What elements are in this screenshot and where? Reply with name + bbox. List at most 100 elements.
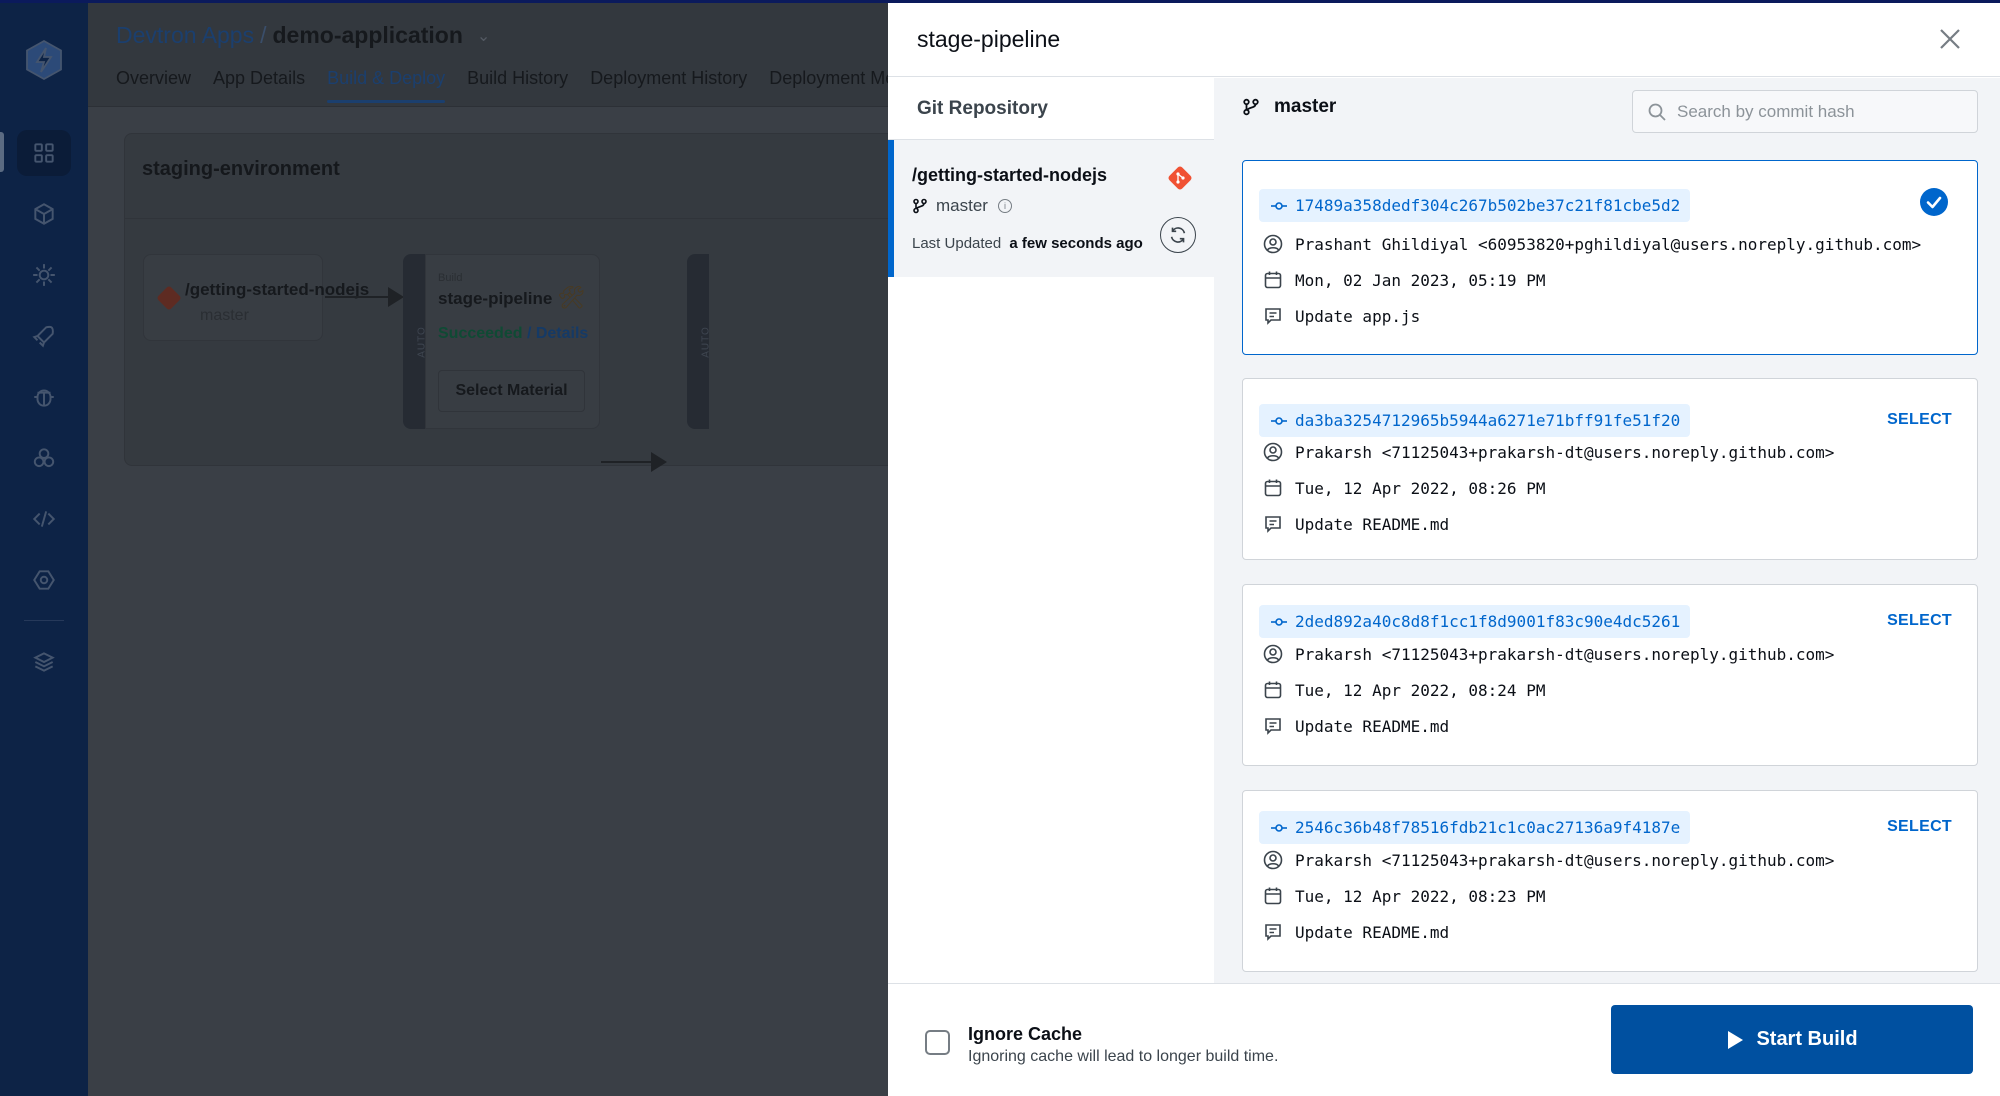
rocket-icon xyxy=(32,325,54,348)
sidebar-item-bulk-edit[interactable] xyxy=(0,427,88,488)
sidebar xyxy=(0,0,88,1096)
select-commit-button[interactable]: SELECT xyxy=(1887,405,1952,435)
repo-last-updated: Last Updated a few seconds ago xyxy=(912,235,1143,252)
sidebar-item-global-configurations[interactable] xyxy=(0,549,88,610)
user-icon xyxy=(1263,644,1283,664)
code-icon xyxy=(32,510,56,527)
sidebar-divider xyxy=(24,620,64,621)
calendar-icon xyxy=(1264,479,1282,497)
commit-panel-header: master xyxy=(1214,78,2000,140)
calendar-icon xyxy=(1264,681,1282,699)
build-status-sep: / xyxy=(526,325,532,342)
sidebar-item-stack-manager[interactable] xyxy=(0,631,88,692)
commit-card[interactable]: 2546c36b48f78516fdb21c1c0ac27136a9f4187e… xyxy=(1242,790,1978,972)
commit-panel: master 17489a358dedf304c267b502be37c21f8… xyxy=(1214,78,2000,983)
settings-icon xyxy=(33,569,55,590)
play-icon xyxy=(1728,1030,1744,1049)
calendar-icon xyxy=(1264,271,1282,289)
git-node-branch: master xyxy=(200,307,249,324)
commit-hash-text: da3ba3254712965b5944a6271e71bff91fe51f20 xyxy=(1295,411,1681,430)
stack-icon xyxy=(33,651,55,672)
git-material-node[interactable]: /getting-started-nodejs master xyxy=(143,254,369,341)
last-updated-label: Last Updated xyxy=(912,235,1002,252)
sidebar-item-resource-browser[interactable] xyxy=(0,183,88,244)
build-pipeline-node[interactable]: Build stage-pipeline 🛠 Succeeded / Detai… xyxy=(425,254,600,429)
drawer-title: stage-pipeline xyxy=(917,26,1061,52)
build-node-type: Build xyxy=(438,272,463,284)
commit-author: Prakarsh <71125043+prakarsh-dt@users.nor… xyxy=(1263,644,1834,664)
select-commit-button[interactable]: SELECT xyxy=(1887,812,1952,842)
commit-icon xyxy=(1271,416,1287,425)
trigger-type-strip: AUTO xyxy=(403,254,427,429)
repo-list-item[interactable]: /getting-started-nodejs master i Last Up… xyxy=(888,140,1214,277)
sidebar-item-charts[interactable] xyxy=(0,244,88,305)
commit-card[interactable]: da3ba3254712965b5944a6271e71bff91fe51f20… xyxy=(1242,378,1978,560)
message-icon xyxy=(1265,516,1281,533)
tab-build-history[interactable]: Build History xyxy=(467,68,568,103)
ignore-cache-option: Ignore Cache Ignoring cache will lead to… xyxy=(925,1024,1278,1066)
tab-build-deploy[interactable]: Build & Deploy xyxy=(327,68,446,103)
select-material-button[interactable]: Select Material xyxy=(438,370,585,412)
message-icon xyxy=(1265,308,1281,325)
chevron-down-icon[interactable]: ⌄ xyxy=(477,26,490,46)
commit-hash: 17489a358dedf304c267b502be37c21f81cbe5d2 xyxy=(1259,189,1691,222)
commit-search-input[interactable] xyxy=(1677,101,1967,122)
selected-branch-name: master xyxy=(1274,96,1337,117)
last-updated-value: a few seconds ago xyxy=(1009,235,1143,252)
commit-card[interactable]: 2ded892a40c8d8f1cc1f8d9001f83c90e4dc5261… xyxy=(1242,584,1978,766)
build-node-name: stage-pipeline xyxy=(438,289,553,308)
repo-branch-name: master xyxy=(936,196,988,215)
sidebar-item-security[interactable] xyxy=(0,366,88,427)
commit-hash: 2ded892a40c8d8f1cc1f8d9001f83c90e4dc5261 xyxy=(1259,605,1691,638)
selected-check-icon xyxy=(1920,188,1948,216)
build-details-link[interactable]: Details xyxy=(536,325,588,342)
tab-app-details[interactable]: App Details xyxy=(213,68,305,103)
gear-sun-icon xyxy=(33,263,55,286)
commit-date: Tue, 12 Apr 2022, 08:26 PM xyxy=(1263,478,1545,498)
drawer-footer: Ignore Cache Ignoring cache will lead to… xyxy=(888,983,2000,1096)
sidebar-item-deployment-groups[interactable] xyxy=(0,305,88,366)
calendar-icon xyxy=(1264,887,1282,905)
sidebar-item-code[interactable] xyxy=(0,488,88,549)
build-tools-icon: 🛠 xyxy=(557,285,585,310)
selected-branch: master xyxy=(1242,96,1336,118)
drawer-header: stage-pipeline xyxy=(888,3,2000,77)
start-build-button[interactable]: Start Build xyxy=(1611,1005,1973,1074)
refresh-button[interactable] xyxy=(1160,217,1196,253)
commit-hash-text: 2ded892a40c8d8f1cc1f8d9001f83c90e4dc5261 xyxy=(1295,612,1681,631)
commit-date: Mon, 02 Jan 2023, 05:19 PM xyxy=(1263,270,1545,290)
commit-author: Prakarsh <71125043+prakarsh-dt@users.nor… xyxy=(1263,850,1834,870)
ignore-cache-checkbox[interactable] xyxy=(925,1030,950,1055)
breadcrumb-separator: / xyxy=(260,22,267,48)
apps-grid-icon xyxy=(34,142,54,163)
refresh-icon xyxy=(1170,227,1186,243)
tab-deployment-history[interactable]: Deployment History xyxy=(590,68,747,103)
ignore-cache-label: Ignore Cache xyxy=(968,1024,1083,1044)
sidebar-item-applications[interactable] xyxy=(0,122,88,183)
close-button[interactable] xyxy=(1936,25,1964,53)
commit-message: Update README.md xyxy=(1263,716,1449,736)
ignore-cache-hint: Ignoring cache will lead to longer build… xyxy=(968,1048,1279,1065)
message-icon xyxy=(1265,718,1281,735)
repo-name: /getting-started-nodejs xyxy=(912,165,1108,185)
commit-icon xyxy=(1271,617,1287,626)
commit-hash-text: 17489a358dedf304c267b502be37c21f81cbe5d2 xyxy=(1295,196,1681,215)
search-icon xyxy=(1648,103,1666,121)
repo-branch: master i xyxy=(912,196,1012,216)
edge-arrow xyxy=(325,287,404,307)
git-repository-panel: Git Repository /getting-started-nodejs m… xyxy=(888,78,1214,983)
user-icon xyxy=(1263,850,1283,870)
build-status-text: Succeeded xyxy=(438,325,523,342)
tab-overview[interactable]: Overview xyxy=(116,68,191,103)
commit-card[interactable]: 17489a358dedf304c267b502be37c21f81cbe5d2… xyxy=(1242,160,1978,355)
commit-search xyxy=(1632,90,1978,133)
git-logo-icon xyxy=(1168,166,1192,190)
app-tabs: Overview App Details Build & Deploy Buil… xyxy=(116,68,928,103)
select-commit-button[interactable]: SELECT xyxy=(1887,606,1952,636)
message-icon xyxy=(1265,924,1281,941)
breadcrumb: Devtron Apps / demo-application ⌄ xyxy=(116,22,490,49)
breadcrumb-devtron-apps[interactable]: Devtron Apps xyxy=(116,22,254,49)
info-icon[interactable]: i xyxy=(997,199,1012,213)
trigger-type-strip: AUTO xyxy=(687,254,711,429)
commit-hash-text: 2546c36b48f78516fdb21c1c0ac27136a9f4187e xyxy=(1295,818,1681,837)
